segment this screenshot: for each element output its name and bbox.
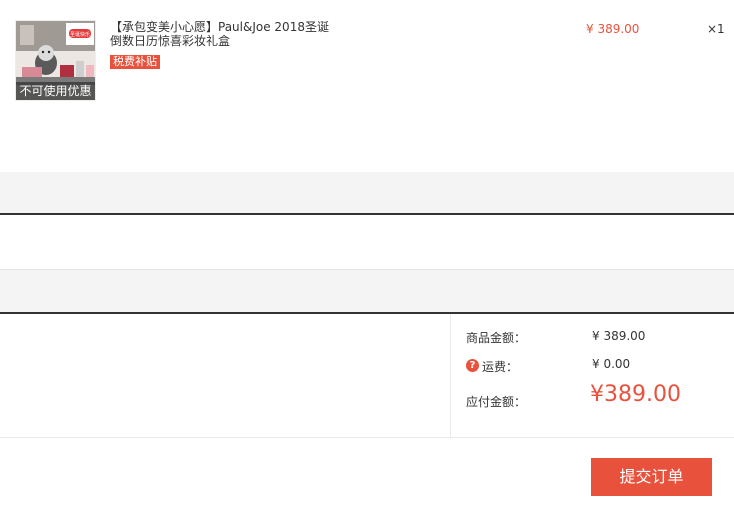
section-band <box>0 269 734 312</box>
section-band <box>0 172 734 214</box>
summary-column-divider <box>450 314 451 438</box>
summary-bottom-divider <box>0 437 734 438</box>
tax-subsidy-badge: 税费补贴 <box>110 55 160 69</box>
section-divider <box>0 312 734 314</box>
payable-amount-label: 应付金额： <box>466 395 527 409</box>
help-icon[interactable]: ? <box>466 359 479 372</box>
goods-amount-value: ¥ 389.00 <box>592 329 646 343</box>
unit-price: ¥ 389.00 <box>586 22 640 36</box>
product-title-line-2: 倒数日历惊喜彩妆礼盒 <box>110 34 231 48</box>
shipping-fee-value: ¥ 0.00 <box>592 357 631 371</box>
product-thumbnail[interactable]: 圣诞快乐 不可使用优惠 <box>15 20 96 101</box>
thumb-sign-text: 圣诞快乐 <box>70 31 90 38</box>
product-title[interactable]: 【承包变美小心愿】Paul&Joe 2018圣诞 倒数日历惊喜彩妆礼盒 <box>110 20 340 48</box>
coupon-unavailable-label: 不可使用优惠 <box>16 82 95 100</box>
product-title-line-1: 【承包变美小心愿】Paul&Joe 2018圣诞 <box>110 20 329 34</box>
order-item-row: 圣诞快乐 不可使用优惠 【承包变美小心愿】Paul&Joe 2018圣诞 倒数日… <box>0 0 734 172</box>
payable-amount-value: ¥389.00 <box>590 382 681 407</box>
submit-order-button[interactable]: 提交订单 <box>591 458 712 496</box>
shipping-fee-label: 运费： <box>482 360 519 374</box>
section-divider <box>0 213 734 215</box>
goods-amount-label: 商品金额： <box>466 331 527 345</box>
item-quantity: ×1 <box>707 22 725 36</box>
